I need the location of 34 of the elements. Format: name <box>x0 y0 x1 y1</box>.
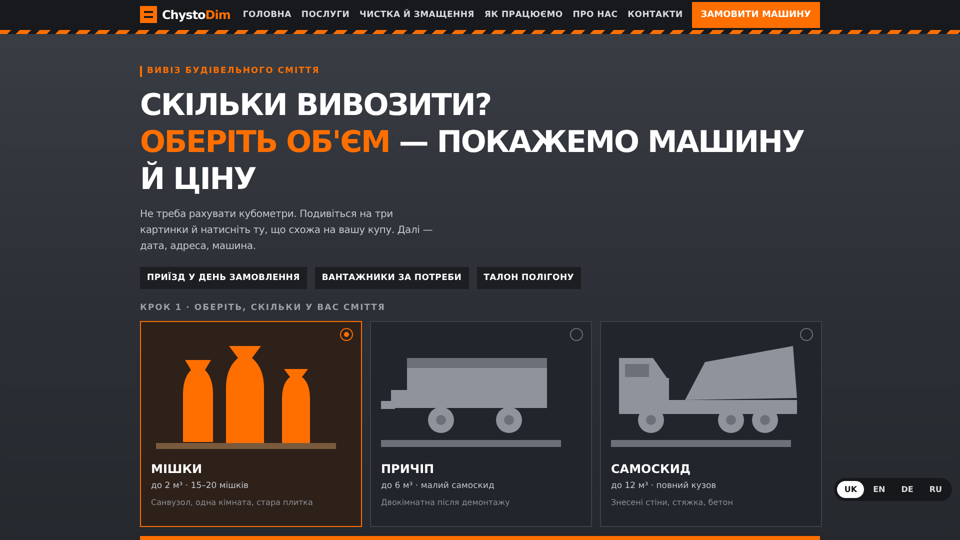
language-button[interactable]: DE <box>894 481 920 498</box>
hero-title: СКІЛЬКИ ВИВОЗИТИ? ОБЕРІТЬ ОБ'ЄМ — ПОКАЖЕМО МАШИНУ Й ЦІНУ <box>140 87 805 198</box>
language-button[interactable]: EN <box>866 481 892 498</box>
language-button[interactable]: UK <box>837 481 864 498</box>
card-note: Санвузол, одна кімната, стара плитка <box>151 498 314 507</box>
volume-card[interactable]: МІШКИ до 2 м³ · 15–20 мішків Санвузол, одна кімната, стара плитка <box>140 321 362 527</box>
volume-card[interactable]: ПРИЧІП до 6 м³ · малий самоскид Двокімнатна після демонтажу <box>370 321 592 527</box>
nav-link[interactable]: ГОЛОВНА <box>238 10 296 20</box>
nav-link[interactable]: ПРО НАС <box>568 10 623 20</box>
logo-icon <box>140 6 157 24</box>
nav-link[interactable]: ЯК ПРАЦЮЄМО <box>479 10 568 20</box>
card-title: МІШКИ <box>151 462 204 476</box>
card-note: Двокімнатна після демонтажу <box>381 498 511 507</box>
card-volume: до 12 м³ · повний кузов <box>611 481 718 491</box>
nav-link[interactable]: ПОСЛУГИ <box>296 10 355 20</box>
radio-button[interactable] <box>340 328 353 341</box>
card-volume: до 6 м³ · малий самоскид <box>381 481 496 491</box>
hero-description: Не треба рахувати кубометри. Подивіться на три картинки й натисніть ту, що схожа на вашу купу. Далі — дата, адреса, машина. <box>140 208 434 254</box>
brand-name[interactable]: ChystoDim <box>162 8 230 22</box>
feature-tag: ПРИЇЗД У ДЕНЬ ЗАМОВЛЕННЯ <box>140 267 307 289</box>
language-button[interactable]: RU <box>922 481 949 498</box>
radio-button[interactable] <box>570 328 583 341</box>
card-note: Знесені стіни, стяжка, бетон <box>611 498 734 507</box>
volume-card[interactable]: САМОСКИД до 12 м³ · повний кузов Знесені стіни, стяжка, бетон <box>600 321 822 527</box>
feature-tag: ВАНТАЖНИКИ ЗА ПОТРЕБИ <box>314 267 469 289</box>
nav-link[interactable]: КОНТАКТИ <box>622 10 688 20</box>
card-title: ПРИЧІП <box>381 462 436 476</box>
card-volume: до 2 м³ · 15–20 мішків <box>151 481 250 491</box>
card-title: САМОСКИД <box>611 462 692 476</box>
eyebrow-label: ВИВІЗ БУДІВЕЛЬНОГО СМІТТЯ <box>140 66 820 77</box>
feature-tag: ТАЛОН ПОЛІГОНУ <box>476 267 582 289</box>
nav-link[interactable]: ЧИСТКА Й ЗМАЩЕННЯ <box>354 10 480 20</box>
radio-button[interactable] <box>800 328 813 341</box>
step-label: КРОК 1 · ОБЕРІТЬ, СКІЛЬКИ У ВАС СМІТТЯ <box>140 303 386 313</box>
